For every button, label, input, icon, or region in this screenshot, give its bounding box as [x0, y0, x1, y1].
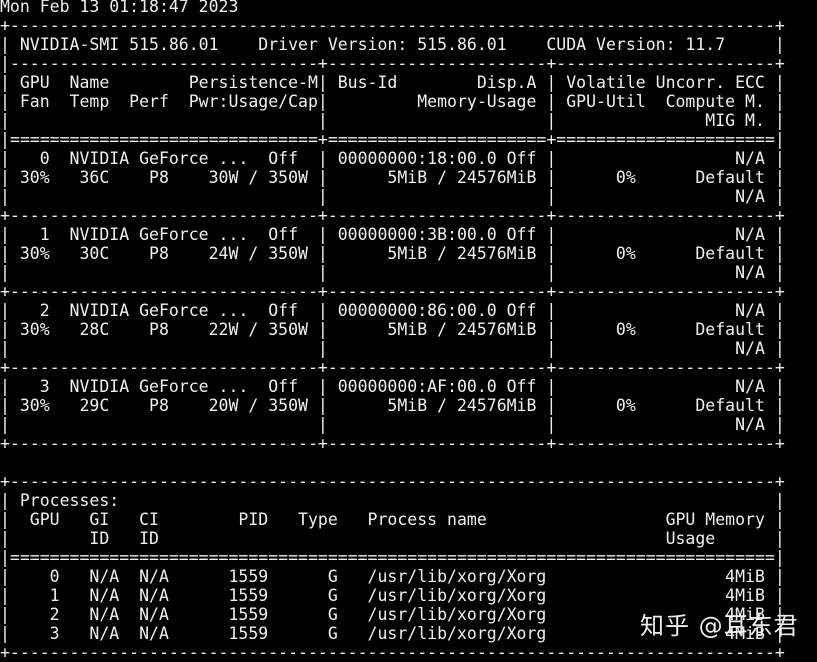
terminal-line: +-------------------------------+-------…: [0, 434, 785, 453]
terminal-line: |===============================+=======…: [0, 130, 785, 149]
terminal-line: | 30% 29C P8 20W / 350W | 5MiB / 24576Mi…: [0, 396, 785, 415]
terminal-output[interactable]: Mon Feb 13 01:18:47 2023 +---------------…: [0, 0, 785, 662]
timestamp-line: Mon Feb 13 01:18:47 2023: [0, 0, 239, 16]
terminal-line: |=======================================…: [0, 548, 785, 567]
terminal-line: | | | N/A |: [0, 415, 785, 434]
nvidia-smi-output: +---------------------------------------…: [0, 16, 785, 662]
terminal-line: | 0 N/A N/A 1559 G /usr/lib/xorg/Xorg 4M…: [0, 567, 785, 586]
terminal-line: | | | MIG M. |: [0, 111, 785, 130]
terminal-line: +---------------------------------------…: [0, 472, 785, 491]
terminal-line: | 1 N/A N/A 1559 G /usr/lib/xorg/Xorg 4M…: [0, 586, 785, 605]
terminal-line: | | | N/A |: [0, 187, 785, 206]
terminal-line: | | | N/A |: [0, 263, 785, 282]
terminal-line: |-------------------------------+-------…: [0, 54, 785, 73]
terminal-line: | 0 NVIDIA GeForce ... Off | 00000000:18…: [0, 149, 785, 168]
terminal-line: | ID ID Usage |: [0, 529, 785, 548]
terminal-line: | 1 NVIDIA GeForce ... Off | 00000000:3B…: [0, 225, 785, 244]
terminal-line: | Fan Temp Perf Pwr:Usage/Cap| Memory-Us…: [0, 92, 785, 111]
terminal-line: | GPU Name Persistence-M| Bus-Id Disp.A …: [0, 73, 785, 92]
terminal-line: +---------------------------------------…: [0, 643, 785, 662]
terminal-line: +-------------------------------+-------…: [0, 358, 785, 377]
terminal-line: | Processes: |: [0, 491, 785, 510]
terminal-line: | GPU GI CI PID Type Process name GPU Me…: [0, 510, 785, 529]
terminal-line: | 30% 36C P8 30W / 350W | 5MiB / 24576Mi…: [0, 168, 785, 187]
watermark: 知乎 @耳东君: [640, 612, 799, 640]
terminal-line: | NVIDIA-SMI 515.86.01 Driver Version: 5…: [0, 35, 785, 54]
terminal-line: | 3 NVIDIA GeForce ... Off | 00000000:AF…: [0, 377, 785, 396]
terminal-line: | 2 NVIDIA GeForce ... Off | 00000000:86…: [0, 301, 785, 320]
terminal-line: | 30% 28C P8 22W / 350W | 5MiB / 24576Mi…: [0, 320, 785, 339]
terminal-line: +-------------------------------+-------…: [0, 206, 785, 225]
terminal-line: +---------------------------------------…: [0, 16, 785, 35]
terminal-line: | 30% 30C P8 24W / 350W | 5MiB / 24576Mi…: [0, 244, 785, 263]
terminal-line: +-------------------------------+-------…: [0, 282, 785, 301]
terminal-line: | | | N/A |: [0, 339, 785, 358]
